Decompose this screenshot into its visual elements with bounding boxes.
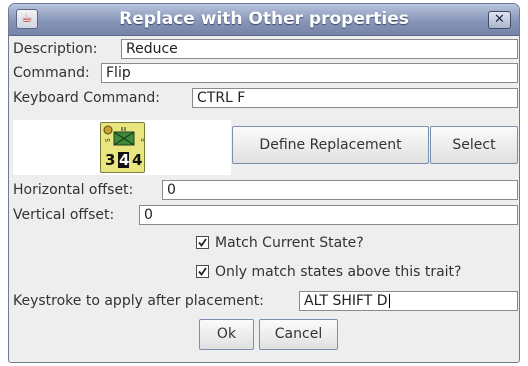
vertical-offset-field[interactable]: 0	[139, 205, 518, 225]
svg-text:5: 5	[139, 138, 144, 142]
close-button[interactable]: ✕	[488, 11, 511, 29]
ok-button[interactable]: Ok	[199, 319, 254, 350]
cancel-button[interactable]: Cancel	[259, 319, 338, 350]
horizontal-offset-field[interactable]: 0	[162, 180, 518, 200]
java-cup-icon[interactable]: ☕	[16, 9, 38, 29]
checkmark-icon[interactable]	[196, 264, 209, 278]
match-current-state-label: Match Current State?	[215, 235, 364, 251]
counter-right-number: 4	[132, 151, 143, 169]
keyboard-command-field[interactable]: CTRL F	[192, 88, 518, 108]
keystroke-after-value: ALT SHIFT D	[304, 293, 388, 309]
keyboard-command-label: Keyboard Command:	[13, 90, 160, 106]
text-caret	[388, 294, 390, 308]
keystroke-after-field[interactable]: ALT SHIFT D	[299, 291, 518, 311]
counter-center-number: 4	[119, 151, 130, 169]
vertical-offset-label: Vertical offset:	[13, 207, 115, 223]
only-match-above-label: Only match states above this trait?	[215, 264, 462, 280]
counter-piece-icon: 5 5 3 4 4	[100, 122, 146, 173]
title-bar[interactable]: ☕ Replace with Other properties ✕	[9, 4, 519, 36]
select-button[interactable]: Select	[430, 126, 518, 164]
counter-left-number: 3	[105, 151, 116, 169]
svg-text:5: 5	[105, 138, 112, 142]
description-field[interactable]: Reduce	[121, 39, 518, 59]
match-current-state-checkbox[interactable]: Match Current State?	[196, 233, 364, 253]
keystroke-after-label: Keystroke to apply after placement:	[13, 293, 264, 309]
define-replacement-button[interactable]: Define Replacement	[232, 126, 429, 164]
only-match-above-checkbox[interactable]: Only match states above this trait?	[196, 262, 461, 282]
piece-preview: 5 5 3 4 4	[13, 120, 231, 175]
window-title: Replace with Other properties	[119, 9, 409, 29]
horizontal-offset-label: Horizontal offset:	[13, 182, 134, 198]
checkmark-icon[interactable]	[196, 235, 209, 249]
description-label: Description:	[13, 41, 98, 57]
dialog-window: ☕ Replace with Other properties ✕ Descri…	[8, 3, 520, 363]
command-label: Command:	[13, 65, 90, 81]
command-field[interactable]: Flip	[101, 63, 518, 83]
